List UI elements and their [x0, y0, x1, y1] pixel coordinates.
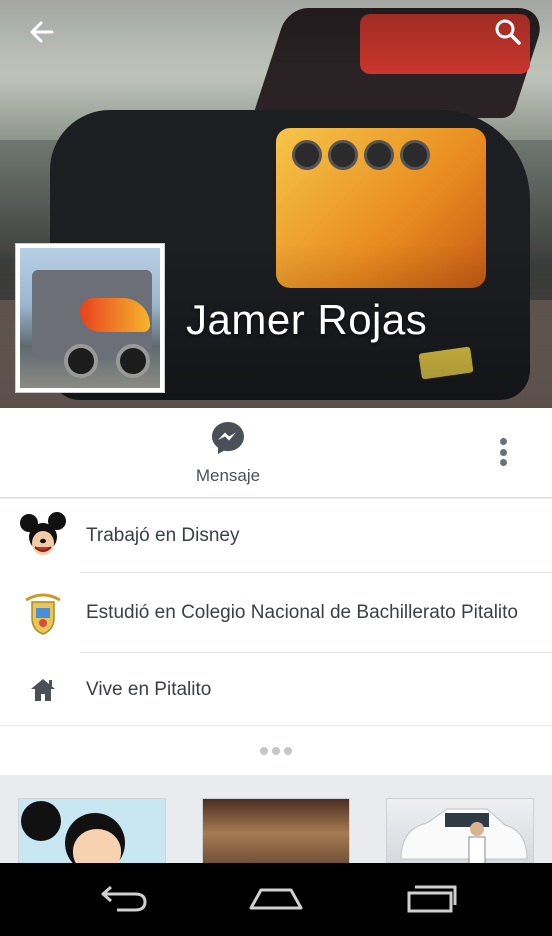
about-list: Trabajó en Disney Estudió en Colegio Nac… — [0, 499, 552, 726]
more-vertical-icon — [499, 438, 507, 445]
truck-wheel — [116, 344, 150, 378]
action-bar: Mensaje — [0, 408, 552, 498]
system-home-button[interactable] — [241, 877, 311, 921]
message-label: Mensaje — [195, 466, 261, 485]
white-car-image — [400, 808, 528, 863]
back-button[interactable] — [22, 12, 62, 52]
school-crest-icon — [18, 587, 68, 638]
system-back-button[interactable] — [88, 877, 158, 921]
ellipsis-icon-dot — [284, 746, 292, 755]
recent-apps-icon — [407, 885, 457, 913]
lives-text: Vive en Pitalito — [86, 678, 212, 700]
more-options-button[interactable] — [488, 432, 518, 472]
more-vertical-icon-dot — [499, 459, 507, 466]
system-recent-apps-button[interactable] — [396, 877, 466, 921]
education-text: Estudió en Colegio Nacional de Bachiller… — [86, 601, 518, 623]
ellipsis-icon-dot — [272, 746, 280, 755]
list-item-work[interactable]: Trabajó en Disney — [0, 499, 552, 572]
mickey-icon — [18, 510, 68, 561]
photo-thumbnail-mickey[interactable] — [18, 798, 166, 863]
profile-name: Jamer Rojas — [186, 296, 428, 343]
mickey-ear — [21, 801, 61, 841]
arrow-left-icon — [30, 21, 54, 43]
see-more-button[interactable] — [0, 725, 552, 775]
messenger-icon — [212, 422, 244, 454]
photo-thumbnail-white-car[interactable] — [386, 798, 534, 863]
back-nav-icon — [101, 885, 147, 912]
home-icon — [18, 665, 68, 715]
list-item-lives[interactable]: Vive en Pitalito — [0, 653, 552, 726]
message-button[interactable]: Mensaje — [178, 420, 278, 490]
photos-strip — [0, 775, 552, 863]
search-button[interactable] — [488, 12, 528, 52]
system-navigation-bar — [0, 863, 552, 936]
profile-screen: Jamer Rojas Mensaje Trabajó en Disney Es… — [0, 0, 552, 936]
photo-thumbnail-car[interactable] — [202, 798, 350, 863]
work-text: Trabajó en Disney — [86, 524, 240, 546]
more-vertical-icon-dot — [499, 448, 507, 456]
truck-photo — [20, 248, 160, 388]
home-nav-icon — [249, 888, 303, 910]
profile-picture[interactable] — [15, 243, 165, 393]
search-icon — [495, 19, 521, 45]
list-item-education[interactable]: Estudió en Colegio Nacional de Bachiller… — [0, 573, 552, 652]
truck-wheel — [64, 344, 98, 378]
truck-flames — [80, 298, 150, 332]
ellipsis-icon — [260, 746, 268, 755]
